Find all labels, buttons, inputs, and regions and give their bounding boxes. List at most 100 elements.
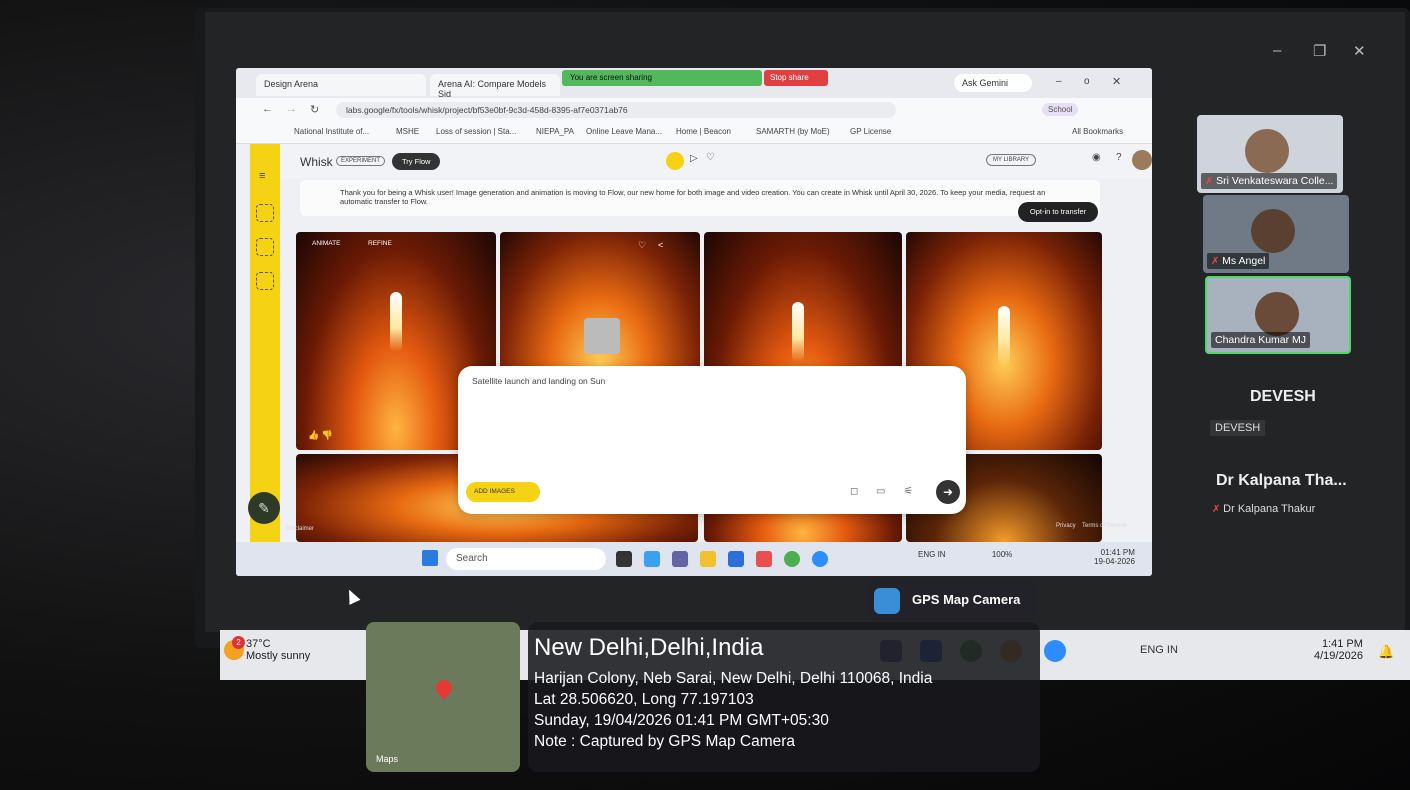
favorite-icon[interactable]: ♡ (638, 240, 646, 251)
aspect-icon[interactable]: ◻ (850, 486, 858, 497)
gps-note: Note : Captured by GPS Map Camera (534, 733, 796, 750)
subject-icon[interactable] (256, 204, 274, 222)
taskbar-search[interactable]: Search (446, 548, 606, 570)
inner-system-tray[interactable]: ENG IN 100% (918, 550, 1012, 559)
stop-share-button[interactable]: Stop share (764, 70, 828, 86)
bookmark-item[interactable]: NIEPA_PA (536, 127, 574, 136)
avatar (1255, 292, 1299, 336)
minimize-icon[interactable]: – (1056, 76, 1062, 87)
prompt-box[interactable]: Satellite launch and landing on Sun ADD … (458, 366, 966, 514)
forward-icon[interactable]: → (286, 103, 297, 115)
bookmark-item[interactable]: Home | Beacon (676, 127, 731, 136)
bookmark-item[interactable]: National Institute of... (294, 127, 369, 136)
bookmark-item[interactable]: SAMARTH (by MoE) (756, 127, 830, 136)
bookmarks-bar: National Institute of... MSHE Loss of se… (236, 122, 1152, 144)
favorites-icon[interactable]: ♡ (706, 152, 715, 163)
muted-mic-icon: ✗ (1211, 256, 1223, 267)
shared-screen: Design Arena Arena AI: Compare Models Si… (236, 68, 1152, 576)
windows-start-icon[interactable] (422, 550, 438, 566)
menu-icon[interactable]: ≡ (259, 170, 265, 182)
notification-icon[interactable]: 🔔 (1378, 644, 1394, 660)
gps-camera-icon (874, 588, 900, 614)
chrome-icon[interactable] (784, 551, 800, 567)
participant-tile-active[interactable]: Chandra Kumar MJ (1205, 276, 1351, 354)
bookmark-item[interactable]: Loss of session | Sta... (436, 127, 516, 136)
ask-gemini-button[interactable]: Ask Gemini (954, 74, 1032, 92)
style-icon[interactable] (256, 272, 274, 290)
settings-sliders-icon[interactable]: ⚟ (904, 486, 913, 497)
terms-link[interactable]: Terms of Service (1082, 523, 1127, 529)
store-icon[interactable] (728, 551, 744, 567)
reload-icon[interactable]: ↻ (310, 103, 319, 116)
app-icon[interactable] (756, 551, 772, 567)
bookmark-item[interactable]: MSHE (396, 127, 419, 136)
minimize-icon[interactable]: – (1273, 42, 1281, 59)
muted-mic-icon: ✗ (1205, 176, 1217, 187)
image-mode-icon[interactable] (666, 152, 684, 170)
submit-arrow-button[interactable]: ➜ (936, 480, 960, 504)
scene-icon[interactable] (256, 238, 274, 256)
participant-tile[interactable]: ✗ Ms Angel (1203, 195, 1349, 273)
participant-tile[interactable]: ✗ Sri Venkateswara Colle... (1197, 115, 1343, 193)
privacy-link[interactable]: Privacy (1056, 523, 1076, 529)
whisk-sidebar: ≡ (250, 144, 280, 544)
image-icon[interactable]: ▭ (876, 486, 885, 497)
gps-app-label: GPS Map Camera (866, 580, 1036, 620)
add-images-button[interactable]: ADD IMAGES (466, 482, 540, 502)
url-field[interactable]: labs.google/fx/tools/whisk/project/bf53e… (336, 102, 896, 118)
speaker-name: Dr Kalpana Tha... (1216, 472, 1347, 489)
gps-city: New Delhi,Delhi,India (534, 634, 764, 661)
rocket-shape (998, 306, 1010, 366)
whisk-header: Whisk EXPERIMENT Try Flow ▷ ♡ MY LIBRARY… (280, 144, 1152, 178)
help-icon[interactable]: ? (1116, 152, 1122, 163)
tab-arena-ai[interactable]: Arena AI: Compare Models Sid (430, 74, 560, 99)
maximize-icon[interactable]: o (1084, 76, 1090, 87)
region-label: IN (937, 550, 946, 559)
search-placeholder: Search (456, 553, 488, 564)
transfer-banner: Thank you for being a Whisk user! Image … (300, 180, 1100, 216)
close-icon[interactable]: ✕ (1112, 75, 1121, 88)
speaker-label: DEVESH (1210, 420, 1266, 436)
discord-icon[interactable]: ◉ (1092, 152, 1101, 163)
gps-info-panel: New Delhi,Delhi,India Harijan Colony, Ne… (528, 622, 1040, 772)
zoom-icon[interactable] (812, 551, 828, 567)
file-explorer-icon[interactable] (700, 551, 716, 567)
bookmark-item[interactable]: GP License (850, 127, 891, 136)
edit-pencil-icon[interactable]: ✎ (248, 492, 280, 524)
banner-text: Thank you for being a Whisk user! Image … (340, 188, 1046, 206)
weather-desc: Mostly sunny (246, 650, 311, 662)
bookmark-item[interactable]: Online Leave Mana... (586, 127, 662, 136)
tab-label: Arena AI: Compare Models Sid (438, 79, 547, 99)
battery-label: 100% (991, 550, 1013, 559)
tab-design-arena[interactable]: Design Arena (256, 74, 426, 96)
my-library-button[interactable]: MY LIBRARY (986, 154, 1037, 166)
weather-widget[interactable]: 37°C Mostly sunny (246, 638, 310, 662)
avatar[interactable] (1132, 150, 1152, 170)
profile-button[interactable]: School (1042, 103, 1079, 116)
bookmark-item[interactable]: All Bookmarks (1072, 127, 1123, 136)
inner-clock[interactable]: 01:41 PM 19-04-2026 (1094, 548, 1135, 566)
optin-button[interactable]: Opt-in to transfer (1018, 202, 1098, 222)
restore-icon[interactable]: ❐ (1313, 42, 1326, 60)
zoom-icon[interactable] (1044, 640, 1066, 662)
close-icon[interactable]: ✕ (1353, 42, 1366, 60)
edge-icon[interactable] (644, 551, 660, 567)
map-pin-icon (432, 676, 456, 700)
thumbs-up-icon[interactable]: 👍 👎 (308, 430, 333, 441)
try-flow-button[interactable]: Try Flow (392, 153, 441, 170)
back-icon[interactable]: ← (262, 103, 273, 115)
task-view-icon[interactable] (616, 551, 632, 567)
outer-system-tray[interactable]: ENG IN (1140, 644, 1178, 656)
gps-map-thumbnail: Maps (366, 622, 520, 772)
app-name: Whisk (300, 155, 333, 169)
disclaimer-link[interactable]: Disclaimer (286, 526, 314, 532)
animate-button[interactable]: ANIMATE (312, 240, 340, 247)
participant-name-text: Chandra Kumar MJ (1215, 334, 1307, 346)
refine-button[interactable]: REFINE (368, 240, 392, 247)
outer-clock[interactable]: 1:41 PM 4/19/2026 (1314, 638, 1363, 662)
teams-icon[interactable] (672, 551, 688, 567)
video-mode-icon[interactable]: ▷ (690, 153, 698, 164)
avatar (1251, 209, 1295, 253)
prompt-text[interactable]: Satellite launch and landing on Sun (472, 376, 605, 386)
share-icon[interactable]: < (658, 240, 663, 250)
